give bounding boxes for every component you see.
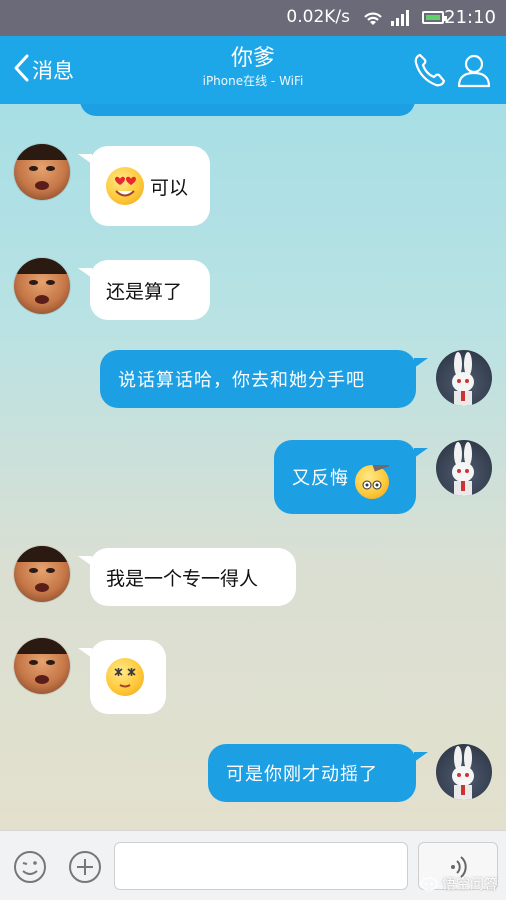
person-icon[interactable] — [456, 52, 492, 92]
message-text: 可以 — [150, 176, 189, 199]
my-avatar[interactable] — [436, 440, 492, 496]
battery-icon — [422, 11, 447, 24]
contact-avatar[interactable] — [14, 144, 70, 200]
phone-icon[interactable] — [412, 52, 446, 92]
message-input[interactable] — [114, 842, 408, 890]
awkward-emoji-icon — [355, 465, 389, 499]
clock: 21:10 — [444, 7, 496, 28]
message-text: 又反悔 — [292, 468, 349, 489]
contact-avatar[interactable] — [14, 546, 70, 602]
message-text: 我是一个专一得人 — [106, 567, 259, 590]
sent-message-bubble[interactable]: 可是你刚才动摇了 — [208, 744, 428, 802]
plus-icon[interactable] — [67, 849, 103, 889]
message-text: 还是算了 — [106, 280, 183, 303]
status-bar: 0.02K/s 21:10 — [0, 0, 506, 36]
watermark-text: 悟空问答 — [442, 877, 498, 893]
wifi-icon — [362, 10, 384, 30]
heart-eyes-emoji-icon — [106, 167, 144, 205]
message-text: 可是你刚才动摇了 — [226, 764, 378, 785]
received-message-bubble[interactable]: 我是一个专一得人 — [78, 548, 296, 606]
previous-sent-bubble — [80, 104, 415, 116]
received-message-bubble[interactable] — [78, 640, 166, 714]
network-rate: 0.02K/s — [286, 7, 350, 27]
sent-message-bubble[interactable]: 说话算话哈，你去和她分手吧 — [100, 350, 428, 408]
received-message-bubble[interactable]: 可以 — [78, 146, 210, 226]
contact-avatar[interactable] — [14, 638, 70, 694]
my-avatar[interactable] — [436, 744, 492, 800]
smiley-icon[interactable] — [12, 849, 48, 889]
message-list[interactable]: 可以 还是算了 说话算话哈，你去和她分手吧 又反悔 我是一个专一得人 可是你刚才… — [0, 104, 506, 830]
chat-header: 消息 你爹 iPhone在线 - WiFi — [0, 36, 506, 104]
watermark-logo-icon — [420, 877, 438, 891]
received-message-bubble[interactable]: 还是算了 — [78, 260, 210, 320]
watermark: 悟空问答 — [420, 874, 498, 894]
contact-avatar[interactable] — [14, 258, 70, 314]
dizzy-emoji-icon — [106, 658, 144, 696]
input-bar: 悟空问答 — [0, 830, 506, 900]
message-text: 说话算话哈，你去和她分手吧 — [118, 370, 365, 391]
sent-message-bubble[interactable]: 又反悔 — [274, 440, 428, 514]
my-avatar[interactable] — [436, 350, 492, 406]
signal-icon — [390, 10, 412, 30]
